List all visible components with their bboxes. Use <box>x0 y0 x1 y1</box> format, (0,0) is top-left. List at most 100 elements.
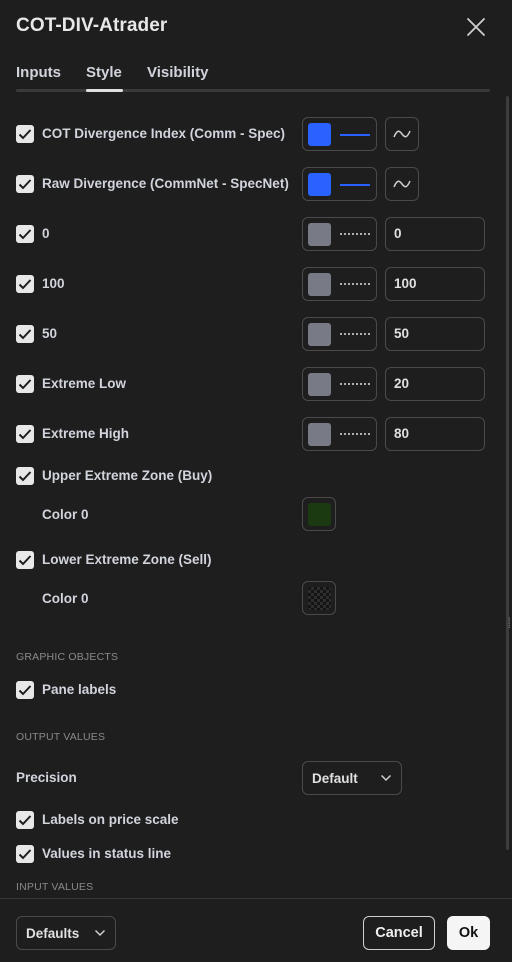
zone-color-row-lower: Color 0 <box>16 581 490 615</box>
line-style-solid <box>340 184 370 186</box>
hline-label: Extreme High <box>42 426 130 441</box>
section-input-values: INPUT VALUES <box>16 881 94 893</box>
checkbox-lower-zone[interactable] <box>16 551 34 569</box>
checkbox-pane-labels[interactable] <box>16 681 34 699</box>
checkbox-upper-zone[interactable] <box>16 467 34 485</box>
checkbox-cot-divergence[interactable] <box>16 125 34 143</box>
line-style-dotted <box>340 433 370 435</box>
line-style-dotted <box>340 333 370 335</box>
check-icon <box>18 555 32 566</box>
zone-color-label: Color 0 <box>42 591 89 606</box>
precision-select[interactable]: Default <box>302 761 402 795</box>
line-style-dotted <box>340 233 370 235</box>
color-swatch <box>308 373 331 396</box>
hline-style-button[interactable] <box>302 267 377 301</box>
indicator-settings-dialog: COT-DIV-Atrader Inputs Style Visibility … <box>0 0 512 962</box>
resize-handle-icon[interactable]: ⸽ <box>508 615 511 629</box>
cancel-button[interactable]: Cancel <box>363 916 435 950</box>
check-icon <box>18 229 32 240</box>
check-icon <box>18 279 32 290</box>
plot-label: Raw Divergence (CommNet - SpecNet) <box>42 176 289 191</box>
hline-row-0: 0 0 <box>16 217 490 251</box>
plot-row-cot-divergence: COT Divergence Index (Comm - Spec) <box>16 117 490 151</box>
zone-row-lower: Lower Extreme Zone (Sell) <box>16 543 490 577</box>
hline-style-button[interactable] <box>302 367 377 401</box>
zone-row-upper: Upper Extreme Zone (Buy) <box>16 459 490 493</box>
plot-style-button[interactable] <box>302 117 377 151</box>
check-icon <box>18 329 32 340</box>
tab-inputs[interactable]: Inputs <box>16 64 61 81</box>
dialog-footer: Defaults Cancel Ok <box>0 898 512 962</box>
check-icon <box>18 129 32 140</box>
checkbox-extreme-low[interactable] <box>16 375 34 393</box>
hline-value-input[interactable]: 50 <box>385 317 485 351</box>
ok-button[interactable]: Ok <box>447 916 490 950</box>
check-icon <box>18 849 32 860</box>
chevron-down-icon <box>94 929 106 937</box>
tab-style[interactable]: Style <box>86 64 122 81</box>
zone-label: Lower Extreme Zone (Sell) <box>42 552 212 567</box>
checkbox-labels-on-price-scale[interactable] <box>16 811 34 829</box>
color-swatch <box>308 503 331 526</box>
check-icon <box>18 471 32 482</box>
section-graphic-objects: GRAPHIC OBJECTS <box>16 651 119 663</box>
plot-style-button[interactable] <box>302 167 377 201</box>
precision-value: Default <box>312 771 358 786</box>
plot-type-button[interactable] <box>385 167 419 201</box>
hline-value-input[interactable]: 100 <box>385 267 485 301</box>
zone-color-button[interactable] <box>302 581 336 615</box>
checkbox-raw-divergence[interactable] <box>16 175 34 193</box>
color-swatch <box>308 173 331 196</box>
check-icon <box>18 815 32 826</box>
labels-on-price-scale-label: Labels on price scale <box>42 812 179 827</box>
tab-visibility[interactable]: Visibility <box>147 64 208 81</box>
zone-label: Upper Extreme Zone (Buy) <box>42 468 213 483</box>
check-icon <box>18 179 32 190</box>
checkbox-extreme-high[interactable] <box>16 425 34 443</box>
hline-row-extreme-high: Extreme High 80 <box>16 417 490 451</box>
defaults-label: Defaults <box>26 926 80 941</box>
defaults-dropdown[interactable]: Defaults <box>16 916 116 950</box>
zone-color-button[interactable] <box>302 497 336 531</box>
pane-labels-row: Pane labels <box>16 673 490 707</box>
hline-style-button[interactable] <box>302 317 377 351</box>
hline-label: 0 <box>42 226 50 241</box>
color-swatch <box>308 323 331 346</box>
hline-label: 100 <box>42 276 65 291</box>
color-swatch <box>308 223 331 246</box>
check-icon <box>18 429 32 440</box>
precision-label: Precision <box>16 770 77 785</box>
zone-color-row-upper: Color 0 <box>16 497 490 531</box>
checkbox-hline-0[interactable] <box>16 225 34 243</box>
check-icon <box>18 685 32 696</box>
checkbox-values-in-status-line[interactable] <box>16 845 34 863</box>
values-in-status-line-row: Values in status line <box>16 837 490 871</box>
labels-on-price-scale-row: Labels on price scale <box>16 803 490 837</box>
hline-row-extreme-low: Extreme Low 20 <box>16 367 490 401</box>
color-swatch <box>308 423 331 446</box>
line-style-dotted <box>340 383 370 385</box>
hline-label: 50 <box>42 326 58 341</box>
hline-style-button[interactable] <box>302 417 377 451</box>
values-in-status-line-label: Values in status line <box>42 846 172 861</box>
plot-label: COT Divergence Index (Comm - Spec) <box>42 126 286 141</box>
plot-type-button[interactable] <box>385 117 419 151</box>
dialog-title: COT-DIV-Atrader <box>16 15 168 36</box>
close-icon[interactable] <box>463 14 489 40</box>
zone-color-label: Color 0 <box>42 507 89 522</box>
transparent-color-swatch <box>308 587 331 610</box>
line-plot-type-icon <box>393 180 411 188</box>
section-output-values: OUTPUT VALUES <box>16 731 106 743</box>
checkbox-hline-50[interactable] <box>16 325 34 343</box>
pane-labels-label: Pane labels <box>42 682 117 697</box>
checkbox-hline-100[interactable] <box>16 275 34 293</box>
line-style-solid <box>340 134 370 136</box>
hline-value-input[interactable]: 80 <box>385 417 485 451</box>
hline-value-input[interactable]: 20 <box>385 367 485 401</box>
hline-value-input[interactable]: 0 <box>385 217 485 251</box>
active-tab-indicator <box>86 89 123 92</box>
chevron-down-icon <box>380 774 392 782</box>
hline-style-button[interactable] <box>302 217 377 251</box>
line-plot-type-icon <box>393 130 411 138</box>
scrollbar[interactable] <box>506 96 509 850</box>
